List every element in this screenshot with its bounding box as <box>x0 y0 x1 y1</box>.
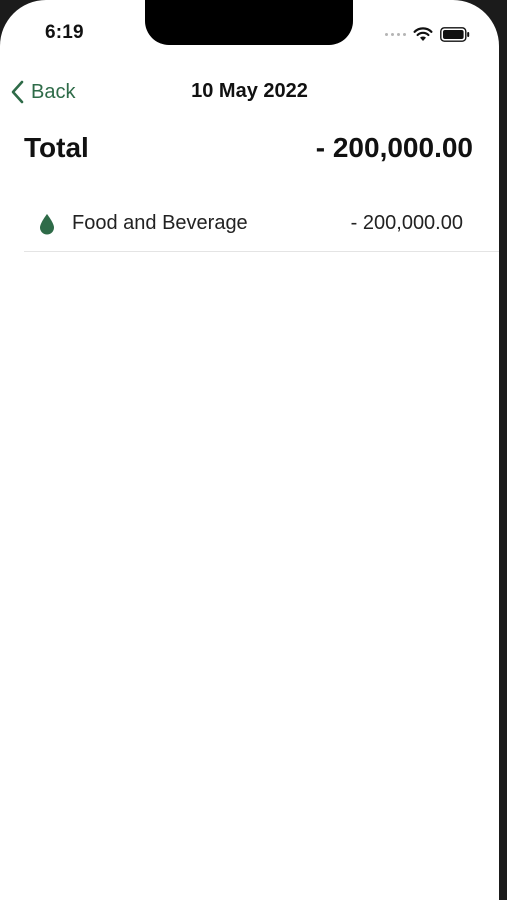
total-summary: Total - 200,000.00 <box>24 132 473 164</box>
status-time: 6:19 <box>45 22 84 43</box>
navigation-bar: 10 May 2022 Back <box>0 70 499 114</box>
back-button[interactable]: Back <box>9 79 75 105</box>
category-label: Food and Beverage <box>72 212 248 234</box>
wifi-icon <box>413 26 433 41</box>
back-label: Back <box>31 80 76 103</box>
list-item-food-and-beverage[interactable]: Food and Beverage - 200,000.00 <box>24 196 499 252</box>
cellular-signal-icon <box>385 32 406 36</box>
category-amount: - 200,000.00 <box>350 212 463 234</box>
app-screen: 6:19 10 May 2022 Back Total - 200,000.00… <box>0 0 499 900</box>
category-list: Food and Beverage - 200,000.00 <box>24 196 499 252</box>
drop-icon <box>38 213 56 235</box>
device-notch <box>145 0 353 45</box>
battery-icon <box>440 26 470 42</box>
total-value: - 200,000.00 <box>315 132 473 163</box>
chevron-left-icon <box>11 80 24 104</box>
device-frame: 6:19 10 May 2022 Back Total - 200,000.00… <box>0 0 507 900</box>
total-label: Total <box>24 132 89 163</box>
status-indicators <box>385 24 470 44</box>
